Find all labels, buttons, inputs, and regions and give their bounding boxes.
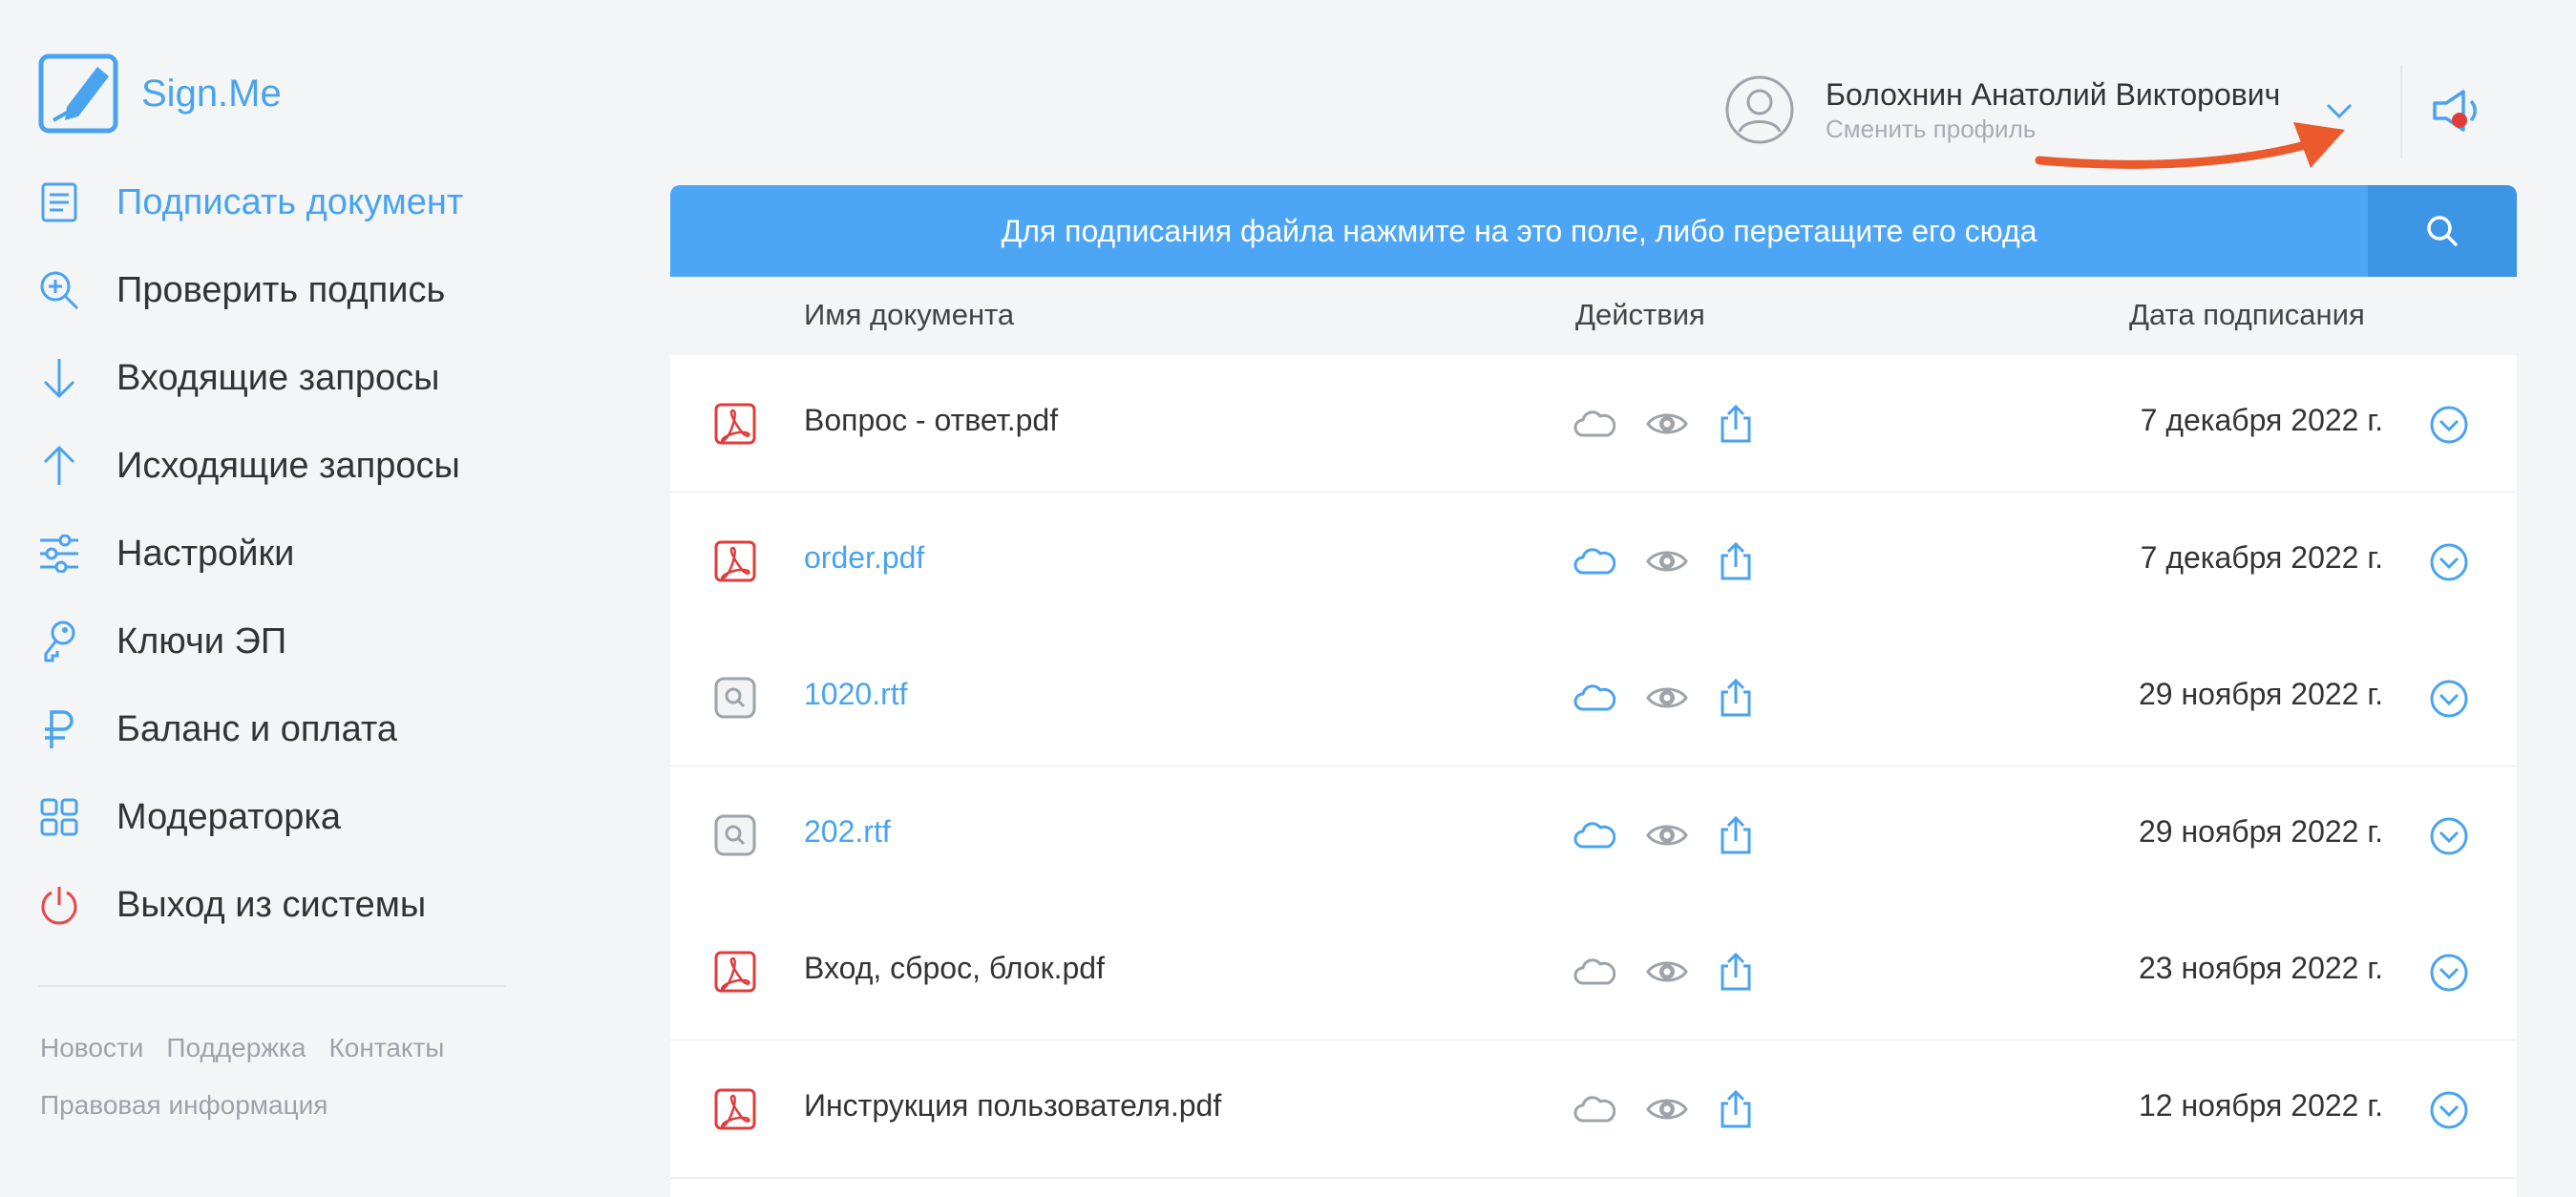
table-header: Имя документа Действия Дата подписания — [670, 277, 2517, 355]
sidebar-item-moderation[interactable]: Модераторка — [38, 773, 463, 861]
document-name[interactable]: Вход, сброс, блок.pdf — [804, 951, 1105, 986]
sidebar-item-label: Модераторка — [116, 796, 341, 837]
app-logo[interactable]: Sign.Me — [38, 53, 282, 134]
key-icon — [38, 620, 80, 662]
share-icon[interactable] — [1715, 541, 1757, 580]
search-button[interactable] — [2368, 185, 2517, 277]
documents-card: Для подписания файла нажмите на это поле… — [670, 185, 2517, 1197]
sidebar-item-settings[interactable]: Настройки — [38, 510, 463, 598]
signing-date: 23 ноября 2022 г. — [2139, 951, 2383, 985]
app-name: Sign.Me — [141, 72, 282, 115]
cloud-icon[interactable] — [1573, 679, 1615, 717]
sidebar-item-label: Подписать документ — [116, 181, 464, 222]
column-header-date: Дата подписания — [2129, 298, 2365, 331]
sidebar-nav: Подписать документ Проверить подпись Вхо… — [38, 158, 463, 949]
share-icon[interactable] — [1715, 953, 1757, 991]
cloud-icon[interactable] — [1573, 816, 1615, 854]
table-row: 202.rtf 29 ноября 2022 г. — [670, 766, 2517, 905]
sidebar-item-label: Выход из системы — [116, 884, 427, 925]
column-header-name: Имя документа — [804, 298, 1015, 331]
arrow-down-icon — [38, 357, 80, 399]
footer-link-legal[interactable]: Правовая информация — [40, 1090, 327, 1121]
pdf-file-icon — [714, 951, 756, 993]
eye-icon[interactable] — [1646, 816, 1688, 854]
signing-date: 29 ноября 2022 г. — [2139, 677, 2383, 711]
sliders-icon — [38, 533, 80, 575]
share-icon[interactable] — [1715, 679, 1757, 717]
sidebar-item-keys[interactable]: Ключи ЭП — [38, 598, 463, 685]
table-row: 1020.rtf 29 ноября 2022 г. — [670, 629, 2517, 767]
header-divider — [2400, 65, 2402, 158]
arrow-up-icon — [38, 445, 80, 487]
share-icon[interactable] — [1715, 405, 1757, 443]
footer-link-news[interactable]: Новости — [40, 1033, 143, 1062]
expand-row-icon[interactable] — [2429, 1090, 2469, 1130]
table-row: Вопрос - ответ.pdf 7 декабря 2022 г. — [670, 355, 2517, 494]
cloud-icon[interactable] — [1573, 405, 1615, 443]
sidebar-item-label: Исходящие запросы — [116, 445, 460, 486]
sidebar-item-label: Ключи ЭП — [116, 620, 287, 662]
annotation-arrow — [2035, 122, 2345, 169]
sidebar-item-label: Баланс и оплата — [116, 708, 397, 749]
search-icon — [2427, 216, 2459, 247]
sidebar-item-label: Настройки — [116, 533, 295, 574]
eye-icon[interactable] — [1646, 953, 1688, 991]
notifications-icon[interactable] — [2429, 84, 2486, 137]
sidebar-item-label: Проверить подпись — [116, 269, 446, 310]
expand-row-icon[interactable] — [2429, 679, 2469, 719]
column-header-actions: Действия — [1575, 298, 1705, 331]
signing-date: 29 ноября 2022 г. — [2139, 813, 2383, 849]
footer-link-contacts[interactable]: Контакты — [328, 1033, 444, 1062]
document-icon — [38, 181, 80, 223]
expand-row-icon[interactable] — [2429, 405, 2469, 445]
eye-icon[interactable] — [1646, 542, 1688, 580]
sidebar-divider — [38, 985, 506, 987]
sidebar-item-label: Входящие запросы — [116, 357, 440, 398]
dropzone-text: Для подписания файла нажмите на это поле… — [1001, 213, 2038, 248]
file-dropzone[interactable]: Для подписания файла нажмите на это поле… — [670, 185, 2368, 277]
cloud-icon[interactable] — [1573, 542, 1615, 580]
document-name[interactable]: Вопрос - ответ.pdf — [804, 403, 1058, 438]
sidebar-item-check-signature[interactable]: Проверить подпись — [38, 246, 463, 334]
signing-date: 12 ноября 2022 г. — [2139, 1087, 2383, 1123]
avatar — [1725, 75, 1794, 144]
expand-row-icon[interactable] — [2429, 542, 2469, 582]
signing-date: 7 декабря 2022 г. — [2140, 539, 2383, 575]
share-icon[interactable] — [1715, 815, 1757, 854]
pdf-file-icon — [714, 1088, 756, 1130]
sidebar-item-incoming[interactable]: Входящие запросы — [38, 334, 463, 422]
signing-date: 7 декабря 2022 г. — [2140, 403, 2383, 437]
document-name[interactable]: 202.rtf — [804, 814, 891, 850]
share-icon[interactable] — [1715, 1089, 1757, 1128]
cloud-icon[interactable] — [1573, 953, 1615, 991]
pdf-file-icon — [714, 540, 756, 582]
search-plus-icon — [38, 269, 80, 311]
generic-file-icon — [714, 677, 756, 719]
sidebar-item-balance[interactable]: Баланс и оплата — [38, 685, 463, 773]
document-name[interactable]: Инструкция пользователя.pdf — [804, 1088, 1221, 1124]
sidebar-item-logout[interactable]: Выход из системы — [38, 861, 463, 949]
footer-link-support[interactable]: Поддержка — [166, 1033, 306, 1062]
ruble-icon — [38, 708, 80, 750]
footer-links: Новости Поддержка Контакты Правовая информ… — [40, 1033, 467, 1120]
logo-icon — [38, 53, 118, 134]
expand-row-icon[interactable] — [2429, 953, 2469, 993]
table-row: Вход, сброс, блок.pdf 23 ноября 2022 г. — [670, 903, 2517, 1041]
power-icon — [38, 884, 80, 926]
sidebar-item-outgoing[interactable]: Исходящие запросы — [38, 422, 463, 510]
sidebar-item-sign-document[interactable]: Подписать документ — [38, 158, 463, 246]
expand-row-icon[interactable] — [2429, 816, 2469, 856]
eye-icon[interactable] — [1646, 1090, 1688, 1128]
eye-icon[interactable] — [1646, 679, 1688, 717]
table-row: Инструкция пользователя.pdf 12 ноября 20… — [670, 1040, 2517, 1179]
generic-file-icon — [714, 814, 756, 856]
grid-icon — [38, 796, 80, 838]
cloud-icon[interactable] — [1573, 1090, 1615, 1128]
document-name[interactable]: 1020.rtf — [804, 677, 908, 712]
table-row: order.pdf 7 декабря 2022 г. — [670, 492, 2517, 631]
eye-icon[interactable] — [1646, 405, 1688, 443]
user-name: Болохнин Анатолий Викторович — [1826, 77, 2281, 112]
document-name[interactable]: order.pdf — [804, 540, 924, 576]
pdf-file-icon — [714, 403, 756, 445]
